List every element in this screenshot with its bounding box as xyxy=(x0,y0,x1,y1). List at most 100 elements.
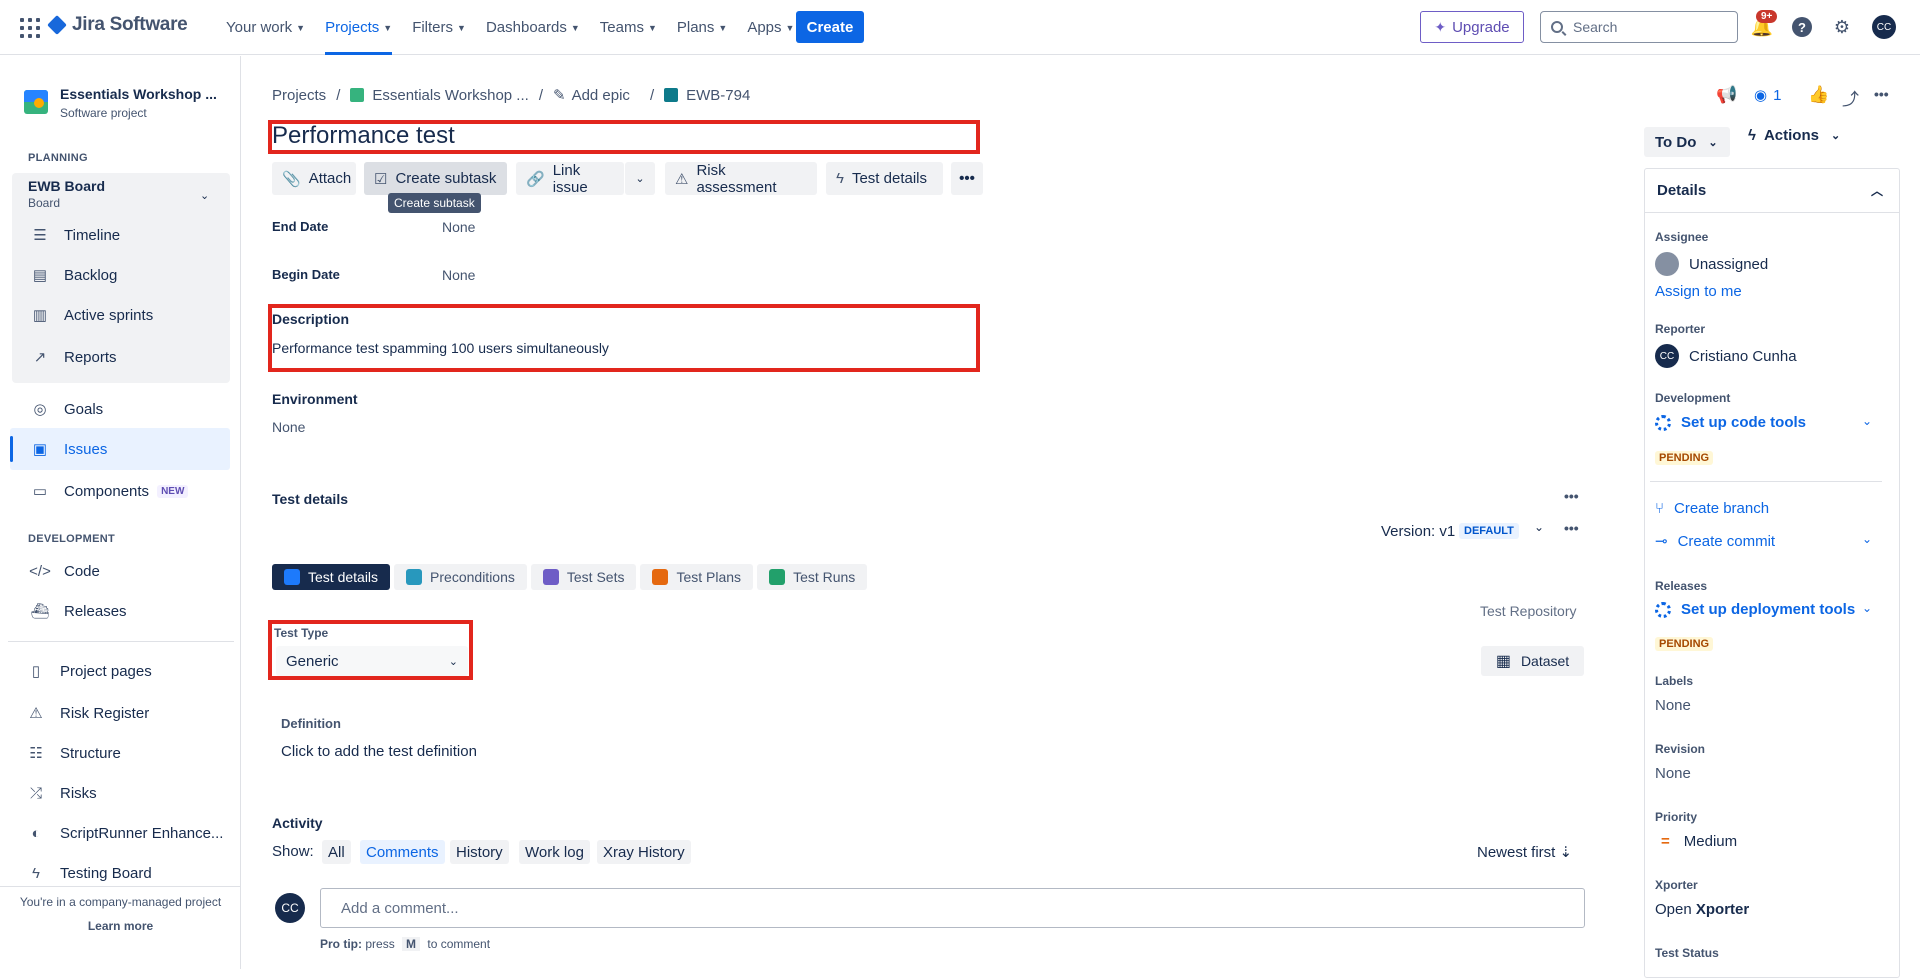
nav-apps[interactable]: Apps ▼ xyxy=(737,0,804,55)
activity-tab-comments[interactable]: Comments xyxy=(360,840,445,864)
assignee-field[interactable]: Unassigned xyxy=(1655,252,1768,276)
project-header[interactable]: Essentials Workshop ... Software project xyxy=(24,86,217,120)
test-type-label: Test Type xyxy=(274,626,329,640)
more-options-icon[interactable]: ••• xyxy=(1564,488,1579,504)
profile-avatar[interactable]: CC xyxy=(1872,15,1896,39)
more-options-icon[interactable]: ••• xyxy=(1874,86,1889,102)
begin-date-value[interactable]: None xyxy=(442,267,475,283)
details-header[interactable]: Details ︿ xyxy=(1645,169,1899,213)
sidebar-item-components[interactable]: ▭ Components NEW xyxy=(30,476,189,506)
nav-dashboards[interactable]: Dashboards ▼ xyxy=(476,0,590,55)
sidebar-item-issues[interactable]: ▣ Issues xyxy=(30,434,107,464)
revision-value[interactable]: None xyxy=(1655,765,1691,782)
dataset-button[interactable]: ▦ Dataset xyxy=(1481,646,1584,676)
link-issue-dropdown[interactable]: ⌄ xyxy=(625,162,655,195)
upgrade-button[interactable]: ✦ Upgrade xyxy=(1420,11,1524,43)
link-issue-button[interactable]: 🔗 Link issue xyxy=(516,162,624,196)
create-subtask-button[interactable]: ☑ Create subtask xyxy=(364,162,507,195)
priority-field[interactable]: = Medium xyxy=(1655,833,1737,850)
definition-placeholder[interactable]: Click to add the test definition xyxy=(281,743,477,760)
activity-tab-all[interactable]: All xyxy=(322,840,351,864)
sidebar-item-risks[interactable]: ⤮ Risks xyxy=(26,778,97,808)
thumbs-up-icon[interactable]: 👍 xyxy=(1808,85,1829,105)
create-commit-link[interactable]: ⊸ Create commit xyxy=(1655,532,1775,551)
activity-tab-xray-history[interactable]: Xray History xyxy=(597,840,691,864)
sidebar-item-goals[interactable]: ◎ Goals xyxy=(30,394,103,424)
assign-to-me-link[interactable]: Assign to me xyxy=(1655,283,1742,300)
sidebar-divider xyxy=(8,641,234,642)
sidebar-item-timeline[interactable]: ☰ Timeline xyxy=(30,220,120,250)
labels-value[interactable]: None xyxy=(1655,697,1691,714)
chevron-down-icon[interactable]: ⌄ xyxy=(1862,414,1872,428)
setup-code-tools-link[interactable]: Set up code tools xyxy=(1655,414,1806,431)
tab-test-runs[interactable]: Test Runs xyxy=(757,564,868,590)
environment-value[interactable]: None xyxy=(272,419,305,435)
sort-order[interactable]: Newest first ⇣ xyxy=(1477,843,1572,861)
sidebar-item-reports[interactable]: ↗ Reports xyxy=(30,342,117,372)
test-details-icon xyxy=(284,569,300,585)
breadcrumb-projects[interactable]: Projects xyxy=(272,87,326,104)
sidebar-item-scriptrunner[interactable]: ◐ ScriptRunner Enhance... xyxy=(26,818,223,848)
version-label[interactable]: Version: v1 xyxy=(1381,523,1455,540)
test-repository-label[interactable]: Test Repository xyxy=(1480,603,1576,619)
learn-more-link[interactable]: Learn more xyxy=(0,919,241,933)
breadcrumb-issue-key[interactable]: EWB-794 xyxy=(686,87,750,104)
sidebar-item-releases[interactable]: ⛴ Releases xyxy=(30,596,126,626)
reporter-field[interactable]: CC Cristiano Cunha xyxy=(1655,344,1797,368)
nav-your-work[interactable]: Your work ▼ xyxy=(216,0,315,55)
chevron-down-icon[interactable]: ⌄ xyxy=(1862,601,1872,615)
tab-test-sets[interactable]: Test Sets xyxy=(530,564,637,590)
issue-title[interactable]: Performance test xyxy=(272,122,455,150)
description-text[interactable]: Performance test spamming 100 users simu… xyxy=(272,340,609,356)
board-switcher[interactable]: EWB Board Board xyxy=(28,178,105,210)
sidebar-item-active-sprints[interactable]: ▥ Active sprints xyxy=(30,300,153,330)
xporter-open-link[interactable]: Open Xporter xyxy=(1655,901,1749,918)
sidebar-item-structure[interactable]: ☷ Structure xyxy=(26,738,121,768)
chevron-down-icon[interactable]: ⌄ xyxy=(1862,532,1872,546)
create-branch-link[interactable]: ⑂ Create branch xyxy=(1655,500,1769,517)
end-date-value[interactable]: None xyxy=(442,219,475,235)
sidebar-item-code[interactable]: </> Code xyxy=(29,556,100,586)
nav-filters[interactable]: Filters ▼ xyxy=(402,0,476,55)
status-dropdown[interactable]: To Do ⌄ xyxy=(1644,127,1730,157)
attach-button[interactable]: 📎 Attach xyxy=(272,162,356,195)
jira-logo[interactable]: Jira Software xyxy=(47,14,188,36)
more-options-icon[interactable]: ••• xyxy=(1564,520,1579,536)
more-actions-icon[interactable]: ••• xyxy=(951,162,983,195)
tab-test-details[interactable]: Test details xyxy=(272,564,391,590)
tab-test-plans[interactable]: Test Plans xyxy=(640,564,754,590)
tab-preconditions[interactable]: Preconditions xyxy=(394,564,527,590)
comment-input[interactable]: Add a comment... xyxy=(320,888,1585,928)
chevron-down-icon[interactable]: ⌄ xyxy=(1534,520,1544,534)
megaphone-icon[interactable]: 📢 xyxy=(1716,85,1737,105)
test-type-select[interactable]: Generic ⌄ xyxy=(276,646,468,676)
sidebar-item-backlog[interactable]: ▤ Backlog xyxy=(30,260,117,290)
nav-teams[interactable]: Teams ▼ xyxy=(590,0,667,55)
revision-label: Revision xyxy=(1655,742,1706,756)
breadcrumb-project[interactable]: Essentials Workshop ... xyxy=(372,87,528,104)
test-details-button[interactable]: ϟ Test details xyxy=(826,162,943,195)
xporter-name: Xporter xyxy=(1695,901,1750,918)
nav-plans[interactable]: Plans ▼ xyxy=(667,0,737,55)
search-input[interactable]: Search xyxy=(1540,11,1738,43)
setup-deployment-link[interactable]: Set up deployment tools xyxy=(1655,601,1855,618)
sidebar-item-project-pages[interactable]: ▯ Project pages xyxy=(26,656,152,686)
releases-ship-icon: ⛴ xyxy=(30,603,50,620)
sidebar-item-testing-board[interactable]: ϟ Testing Board xyxy=(26,858,152,888)
share-icon[interactable]: ⤴ xyxy=(1842,85,1859,110)
activity-tab-history[interactable]: History xyxy=(450,840,509,864)
sidebar-item-label: Risk Register xyxy=(60,704,150,722)
settings-gear-icon[interactable]: ⚙ xyxy=(1830,15,1854,39)
nav-projects[interactable]: Projects ▼ xyxy=(315,0,402,55)
chevron-down-icon[interactable]: ⌄ xyxy=(200,189,209,202)
breadcrumb-add-epic[interactable]: Add epic xyxy=(572,87,630,104)
create-button[interactable]: Create xyxy=(796,11,864,43)
help-icon[interactable]: ? xyxy=(1790,15,1814,39)
app-switcher-icon[interactable] xyxy=(20,18,40,38)
actions-dropdown[interactable]: ϟ Actions ⌄ xyxy=(1748,127,1840,144)
sidebar-item-risk-register[interactable]: ⚠ Risk Register xyxy=(26,698,149,728)
activity-tab-work-log[interactable]: Work log xyxy=(519,840,590,864)
watchers-button[interactable]: ◉ 1 xyxy=(1754,86,1781,105)
risk-assessment-button[interactable]: ⚠ Risk assessment xyxy=(665,162,817,196)
pro-tip: Pro tip: press M to comment xyxy=(320,937,490,951)
